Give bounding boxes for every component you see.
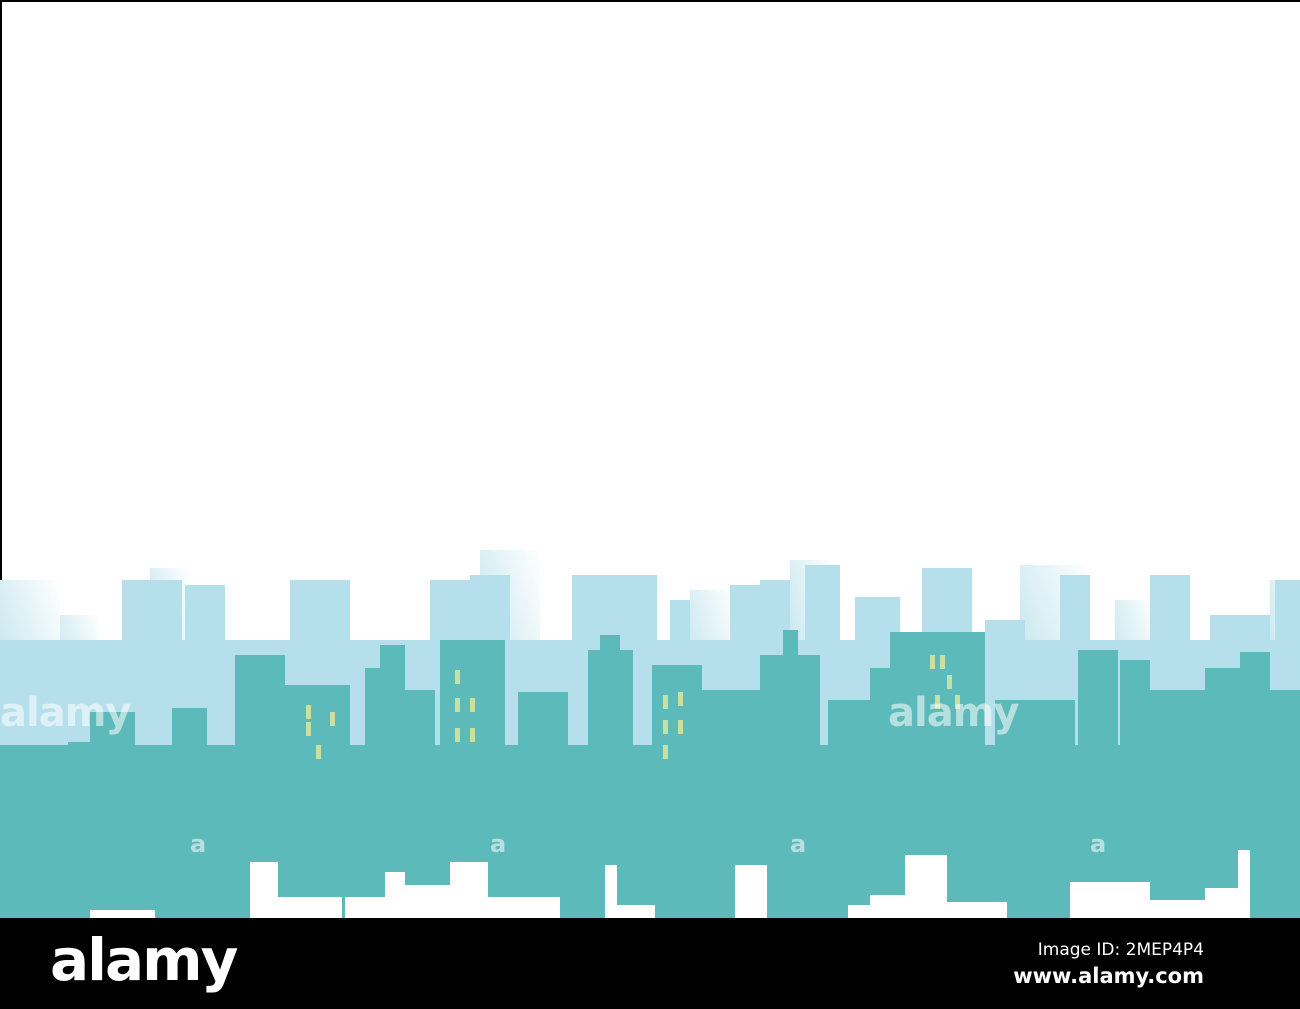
reflection-gap	[1238, 850, 1250, 918]
footer-bar: alamy Image ID: 2MEP4P4 www.alamy.com	[0, 918, 1300, 1009]
window	[306, 705, 311, 719]
reflection-gap	[450, 862, 488, 918]
reflection-gap	[488, 897, 560, 918]
reflection-gap	[90, 910, 155, 918]
window	[470, 698, 475, 712]
window	[663, 695, 668, 709]
watermark-mark: a	[490, 830, 507, 858]
window	[470, 728, 475, 742]
watermark-mark: a	[1090, 830, 1107, 858]
window	[678, 720, 683, 734]
reflection-gap	[947, 902, 1007, 918]
window	[947, 675, 952, 689]
reflection-gap	[1205, 888, 1240, 918]
window	[455, 698, 460, 712]
reflection-gap	[735, 865, 767, 918]
window	[455, 728, 460, 742]
city-skyline	[0, 0, 1300, 918]
window	[663, 745, 668, 759]
window	[678, 692, 683, 706]
image-id: Image ID: 2MEP4P4	[1037, 940, 1204, 960]
window	[663, 720, 668, 734]
alamy-logo: alamy	[50, 926, 238, 994]
skyline-illustration: alamy alamy a a a a alamy Image ID: 2MEP…	[0, 0, 1300, 1009]
reflection-gap	[277, 897, 342, 918]
watermark-mark: a	[190, 830, 207, 858]
reflection-gap	[345, 897, 390, 918]
window	[316, 745, 321, 759]
window	[306, 722, 311, 736]
site-url: www.alamy.com	[1013, 964, 1204, 988]
window	[330, 712, 335, 726]
reflection-gap	[405, 885, 450, 918]
reflection-gap	[1070, 882, 1150, 918]
window	[930, 655, 935, 669]
reflection-gap	[385, 872, 405, 918]
window	[455, 670, 460, 684]
reflection-gap	[615, 905, 655, 918]
reflection-gap	[870, 895, 905, 918]
watermark: alamy	[888, 690, 1019, 736]
watermark: alamy	[0, 690, 131, 736]
reflection-gap	[250, 862, 278, 918]
window	[940, 655, 945, 669]
reflection-gap	[1150, 900, 1205, 918]
watermark-mark: a	[790, 830, 807, 858]
reflection-gap	[905, 855, 947, 918]
